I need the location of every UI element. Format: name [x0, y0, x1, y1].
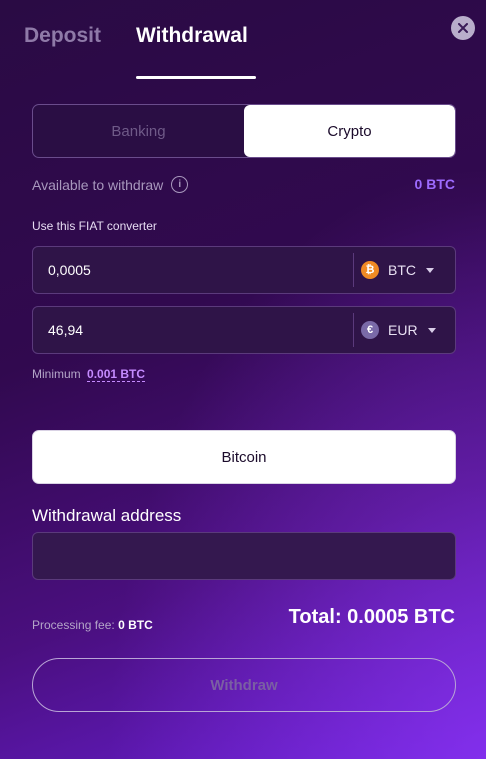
withdrawal-address-input[interactable] — [32, 532, 456, 580]
total-amount: Total: 0.0005 BTC — [288, 606, 455, 628]
chevron-down-icon — [427, 327, 436, 333]
crypto-amount-input[interactable]: 0,0005 — [48, 247, 91, 293]
crypto-method-button[interactable]: Bitcoin — [32, 430, 456, 484]
fiat-amount-field: 46,94 € EUR — [32, 306, 456, 354]
withdrawal-address-label: Withdrawal address — [32, 506, 182, 525]
tab-withdrawal[interactable]: Withdrawal — [136, 24, 248, 48]
processing-fee-label: Processing fee: — [32, 618, 115, 632]
processing-fee-value: 0 BTC — [118, 618, 153, 632]
bitcoin-icon: ₿ — [361, 261, 379, 279]
available-balance: 0 BTC — [414, 176, 455, 192]
tab-deposit[interactable]: Deposit — [24, 24, 101, 48]
crypto-amount-field: 0,0005 ₿ BTC — [32, 246, 456, 294]
processing-fee: Processing fee: 0 BTC — [32, 618, 153, 632]
tab-bar: Deposit Withdrawal — [24, 24, 324, 80]
close-icon — [458, 23, 468, 33]
withdrawal-modal: Deposit Withdrawal Banking Crypto Availa… — [0, 0, 486, 759]
crypto-currency-select[interactable]: ₿ BTC — [361, 247, 451, 293]
fiat-converter-label: Use this FIAT converter — [32, 219, 157, 233]
field-divider — [353, 313, 354, 347]
fiat-currency-select[interactable]: € EUR — [361, 307, 451, 353]
info-icon[interactable]: i — [171, 176, 189, 193]
withdraw-button[interactable]: Withdraw — [32, 658, 456, 712]
fiat-currency-code: EUR — [388, 322, 418, 338]
field-divider — [353, 253, 354, 287]
minimum-label: Minimum — [32, 367, 81, 381]
minimum-withdrawal: Minimum 0.001 BTC — [32, 367, 146, 382]
chevron-down-icon — [426, 267, 434, 273]
active-tab-indicator — [136, 76, 256, 79]
payment-type-toggle: Banking Crypto — [32, 104, 456, 158]
available-label: Available to withdraw — [32, 176, 164, 193]
close-button[interactable] — [451, 16, 475, 40]
euro-icon: € — [361, 321, 379, 339]
segment-crypto[interactable]: Crypto — [244, 105, 455, 157]
fiat-amount-input[interactable]: 46,94 — [48, 307, 83, 353]
segment-banking[interactable]: Banking — [33, 105, 244, 157]
minimum-value-link[interactable]: 0.001 BTC — [87, 367, 146, 382]
crypto-currency-code: BTC — [388, 262, 416, 278]
available-to-withdraw: Available to withdraw i — [32, 176, 189, 193]
